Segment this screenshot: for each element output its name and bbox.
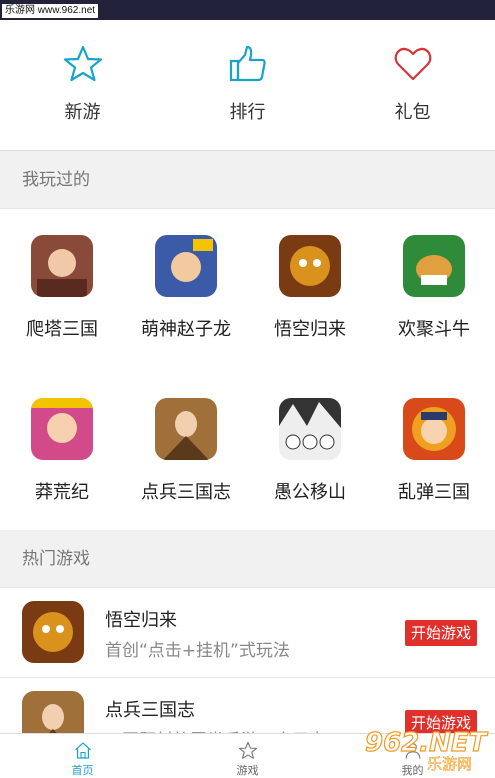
tab-label: 游戏 xyxy=(236,764,259,777)
game-icon xyxy=(22,601,84,663)
status-bar: 乐游网 www.962.net xyxy=(0,0,495,20)
played-game-item[interactable]: 点兵三国志 xyxy=(124,398,248,504)
quicknav-ranking[interactable]: 排行 xyxy=(165,20,330,150)
game-icon xyxy=(403,235,465,297)
played-section-header: 我玩过的 xyxy=(0,151,495,209)
quicknav-label: 新游 xyxy=(64,102,101,123)
watermark-label: 乐游网 www.962.net xyxy=(2,4,99,18)
thumbs-up-icon xyxy=(229,45,266,82)
tab-games[interactable]: 游戏 xyxy=(165,734,330,778)
logo-text: 962.NET xyxy=(365,728,489,758)
star-icon xyxy=(238,741,257,759)
game-name: 点兵三国志 xyxy=(141,482,231,503)
game-name: 萌神赵子龙 xyxy=(141,319,231,340)
site-logo-watermark: 962.NET 乐游网 xyxy=(364,727,489,772)
game-name: 乱弹三国 xyxy=(398,482,470,503)
quicknav-gifts[interactable]: 礼包 xyxy=(330,20,495,150)
tab-label: 首页 xyxy=(71,764,94,777)
hot-game-desc: 首创“点击+挂机”式玩法 xyxy=(105,641,290,661)
game-icon xyxy=(155,398,217,460)
hot-game-title: 悟空归来 xyxy=(105,610,177,631)
logo-subtext: 乐游网 xyxy=(427,755,472,772)
played-game-item[interactable]: 乱弹三国 xyxy=(372,398,495,504)
quicknav-new-games[interactable]: 新游 xyxy=(0,20,165,150)
played-game-item[interactable]: 欢聚斗牛 xyxy=(372,235,495,341)
game-icon xyxy=(31,398,93,460)
hot-section-header: 热门游戏 xyxy=(0,530,495,588)
played-games-grid: 爬塔三国 萌神赵子龙 悟空归来 欢聚斗牛 莽荒纪 点兵三国志 愚公移山 乱弹三国 xyxy=(0,209,495,530)
game-icon xyxy=(403,398,465,460)
hot-game-row[interactable]: 悟空归来 首创“点击+挂机”式玩法 开始游戏 xyxy=(0,588,495,678)
played-game-item[interactable]: 萌神赵子龙 xyxy=(124,235,248,341)
game-name: 悟空归来 xyxy=(274,319,346,340)
game-name: 欢聚斗牛 xyxy=(398,319,470,340)
played-game-item[interactable]: 爬塔三国 xyxy=(0,235,124,341)
heart-icon xyxy=(394,47,431,81)
game-name: 莽荒纪 xyxy=(35,482,89,503)
quicknav-label: 礼包 xyxy=(394,102,431,123)
played-game-item[interactable]: 莽荒纪 xyxy=(0,398,124,504)
home-icon xyxy=(74,742,91,759)
star-icon xyxy=(63,45,102,82)
played-game-item[interactable]: 愚公移山 xyxy=(248,398,372,504)
game-name: 爬塔三国 xyxy=(26,319,98,340)
game-icon xyxy=(155,235,217,297)
tab-home[interactable]: 首页 xyxy=(0,734,165,778)
played-game-item[interactable]: 悟空归来 xyxy=(248,235,372,341)
game-name: 愚公移山 xyxy=(274,482,346,503)
game-icon xyxy=(31,235,93,297)
quick-nav: 新游 排行 礼包 xyxy=(0,20,495,151)
start-game-button[interactable]: 开始游戏 xyxy=(404,620,477,646)
game-icon xyxy=(279,235,341,297)
game-icon xyxy=(279,398,341,460)
hot-game-title: 点兵三国志 xyxy=(105,700,195,721)
quicknav-label: 排行 xyxy=(229,102,266,123)
